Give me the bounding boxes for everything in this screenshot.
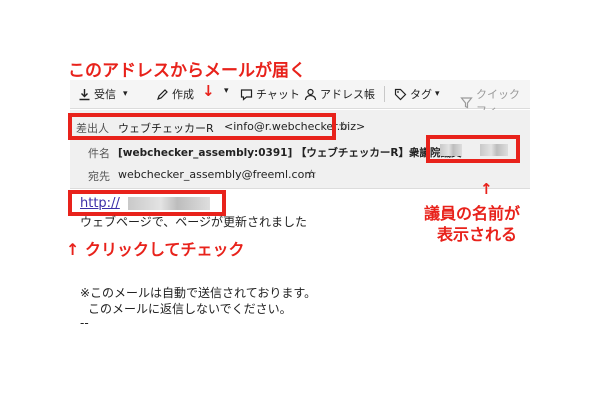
tag-icon — [394, 88, 407, 101]
to-value[interactable]: webchecker_assembly@freeml.com — [118, 168, 315, 181]
update-link[interactable]: http:// — [80, 196, 120, 211]
pencil-icon — [156, 88, 169, 101]
annotation-name-line2: 表示される — [437, 225, 518, 244]
address-book-button[interactable]: アドレス帳 — [304, 86, 375, 102]
receive-label: 受信 — [94, 88, 116, 101]
highlight-from — [68, 113, 336, 140]
body-line-1: ウェブページで、ページが更新されました — [80, 215, 308, 229]
tag-label: タグ — [410, 88, 432, 101]
star-icon[interactable]: ☆ — [338, 119, 349, 133]
no-reply-note: このメールに返信しないでください。 — [88, 302, 292, 316]
chat-icon — [240, 88, 253, 101]
annotation-toolbar-arrow: ↓ — [202, 82, 215, 100]
chevron-down-icon[interactable]: ▾ — [435, 89, 440, 99]
annotation-click: ↑ クリックしてチェック — [66, 240, 245, 259]
compose-menu-chevron[interactable]: ▾ — [224, 86, 229, 96]
chevron-down-icon[interactable]: ▾ — [123, 89, 128, 99]
address-book-label: アドレス帳 — [320, 88, 375, 101]
person-icon — [304, 88, 317, 101]
compose-label: 作成 — [172, 88, 194, 101]
toolbar-divider — [384, 86, 385, 102]
chat-label: チャット — [256, 88, 300, 101]
annotation-name-arrow: ↑ — [480, 180, 493, 198]
chat-button[interactable]: チャット — [240, 86, 300, 102]
star-icon[interactable]: ☆ — [306, 167, 317, 181]
auto-send-note: ※このメールは自動で送信されております。 — [80, 286, 317, 300]
to-label: 宛先 — [88, 170, 110, 183]
annotation-top: このアドレスからメールが届く — [68, 61, 306, 81]
filter-icon — [460, 96, 473, 109]
download-icon — [78, 88, 91, 101]
subject-value: [webchecker_assembly:0391] 【ウェブチェッカーR】衆議… — [118, 147, 462, 159]
signature-separator: -- — [80, 316, 89, 330]
compose-button[interactable]: 作成 — [156, 86, 194, 102]
toolbar: 受信 ▾ 作成 ↓ ▾ チャット アドレス帳 タグ ▾ クイックフィ — [70, 80, 530, 117]
subject-label: 件名 — [88, 147, 110, 160]
receive-button[interactable]: 受信 ▾ — [78, 86, 128, 102]
redacted-url — [128, 197, 210, 210]
highlight-name — [426, 135, 520, 163]
tag-button[interactable]: タグ ▾ — [394, 86, 440, 102]
